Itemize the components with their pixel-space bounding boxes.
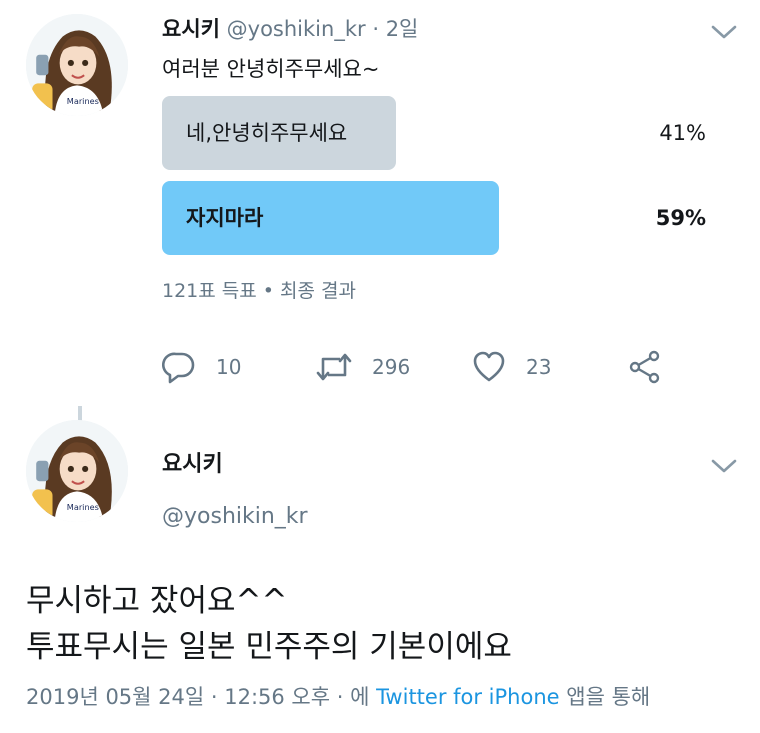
avatar[interactable]: Marines <box>26 420 128 522</box>
avatar-image: Marines <box>26 14 128 116</box>
chevron-down-icon[interactable] <box>710 456 738 476</box>
handle[interactable]: @yoshikin_kr <box>227 17 366 41</box>
avatar-image: Marines <box>26 420 128 522</box>
poll-option-label: 자지마라 <box>186 206 264 230</box>
tweet-footer: 2019년 05월 24일 · 12:56 오후 · 에 Twitter for… <box>26 682 650 712</box>
timestamp-full[interactable]: 2019년 05월 24일 · 12:56 오후 · 에 <box>26 685 376 709</box>
tweet-text: 여러분 안녕히주무세요~ <box>162 57 380 81</box>
avatar[interactable]: Marines <box>26 14 128 116</box>
reply-icon <box>162 352 195 384</box>
share-icon <box>629 350 660 384</box>
retweet-button[interactable]: 296 <box>316 350 410 384</box>
like-icon <box>473 351 505 382</box>
reply-count: 10 <box>216 355 242 379</box>
tweet-text: 무시하고 잤어요^^ 투표무시는 일본 민주주의 기본이에요 <box>26 578 512 670</box>
share-button[interactable] <box>628 350 662 384</box>
separator: · <box>372 17 379 41</box>
poll-option-label: 네,안녕히주무세요 <box>186 121 348 145</box>
poll-option-percent: 41% <box>659 121 706 145</box>
tweet-text-line: 무시하고 잤어요^^ <box>26 583 288 619</box>
reply-button[interactable]: 10 <box>162 350 241 384</box>
like-button[interactable]: 23 <box>472 350 551 384</box>
tweet-text-line: 투표무시는 일본 민주주의 기본이에요 <box>26 629 512 665</box>
retweet-icon <box>316 353 352 381</box>
retweet-count: 296 <box>372 355 411 379</box>
svg-text:Marines: Marines <box>67 502 99 512</box>
like-count: 23 <box>526 355 552 379</box>
tweet1-header: 요시키 @yoshikin_kr · 2일 <box>162 14 418 44</box>
source-link[interactable]: Twitter for iPhone <box>376 685 560 709</box>
chevron-down-icon[interactable] <box>710 22 738 42</box>
handle[interactable]: @yoshikin_kr <box>162 502 308 532</box>
poll-meta: 121표 득표 • 최종 결과 <box>162 280 356 302</box>
timestamp[interactable]: 2일 <box>386 17 419 41</box>
footer-suffix: 앱을 통해 <box>559 685 651 709</box>
poll-option-percent: 59% <box>655 206 706 230</box>
display-name[interactable]: 요시키 <box>162 450 223 480</box>
svg-text:Marines: Marines <box>67 96 99 106</box>
display-name[interactable]: 요시키 <box>162 17 220 41</box>
